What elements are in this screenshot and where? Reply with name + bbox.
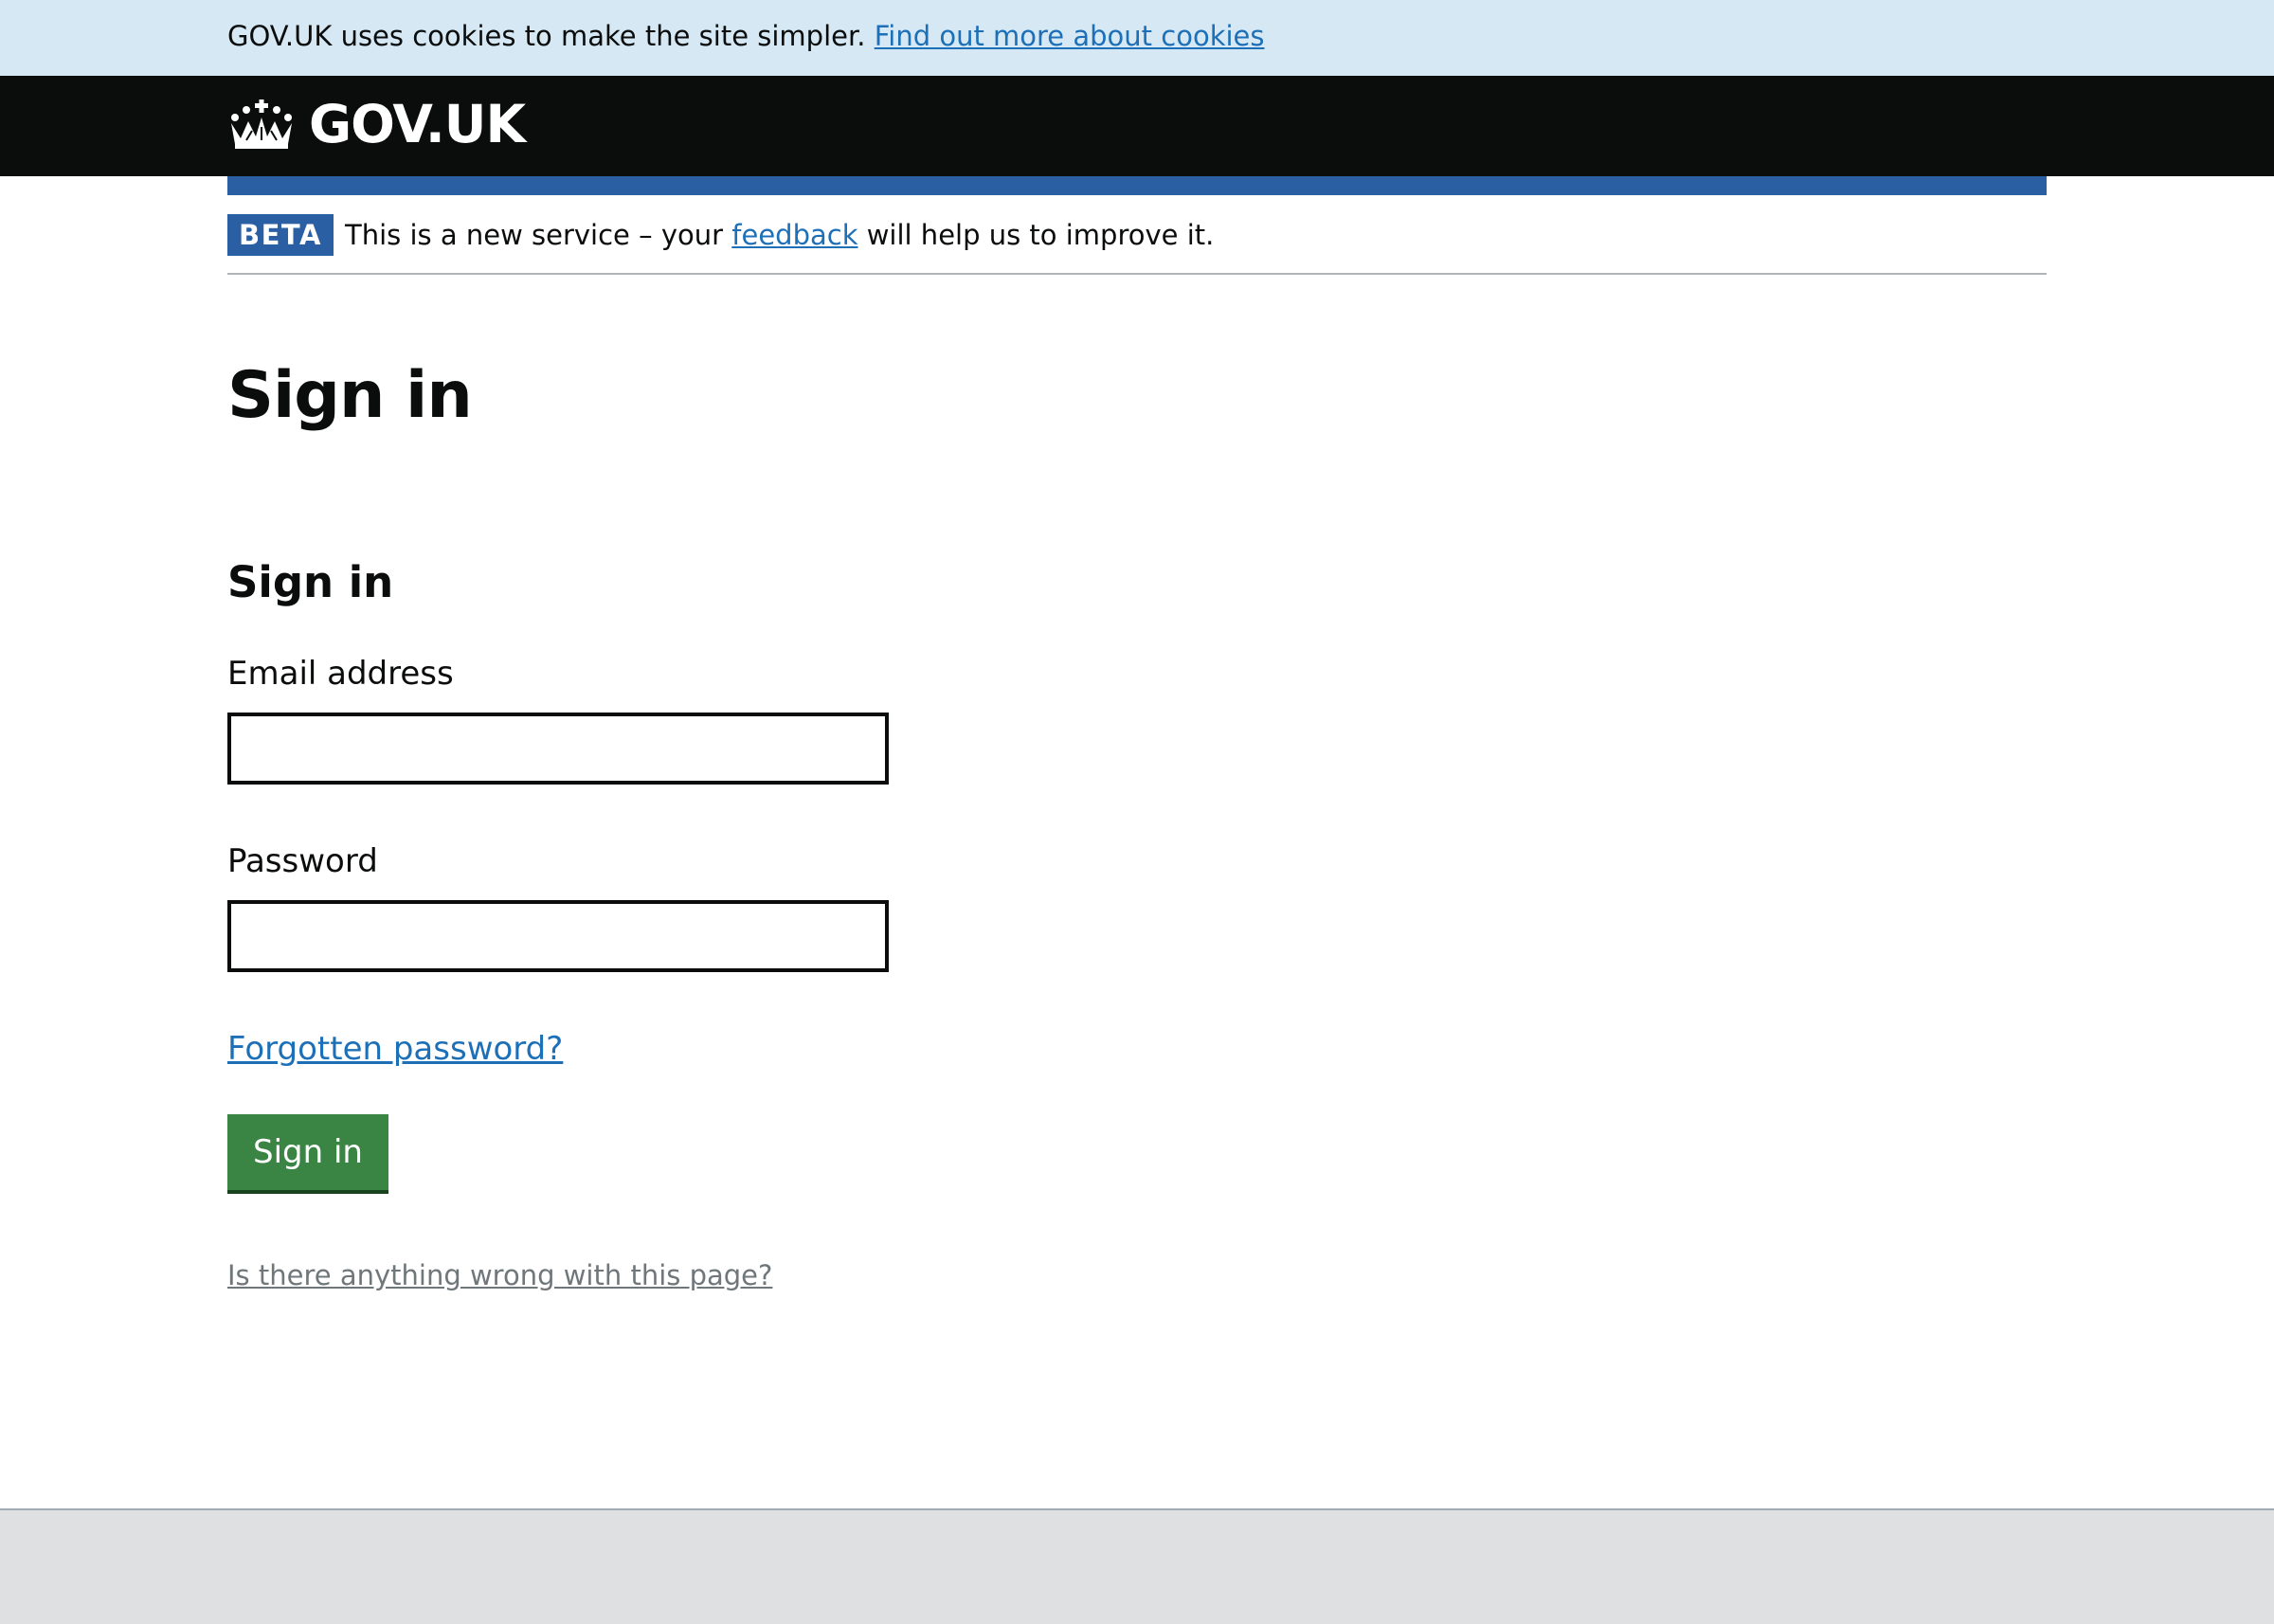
- phase-text-before: This is a new service – your: [345, 219, 724, 251]
- phase-banner: BETA This is a new service – your feedba…: [227, 195, 2047, 275]
- header-accent-bar: [227, 176, 2047, 195]
- email-label: Email address: [227, 655, 454, 693]
- forgotten-password-link[interactable]: Forgotten password?: [227, 1025, 563, 1073]
- phase-text-after: will help us to improve it.: [866, 219, 1215, 251]
- password-label: Password: [227, 842, 378, 880]
- phase-banner-message: This is a new service – your feedback wi…: [345, 214, 1214, 256]
- govuk-logo-link[interactable]: GOV.UK: [227, 94, 526, 154]
- cookie-info-link[interactable]: Find out more about cookies: [875, 20, 1265, 52]
- cookie-banner-text: GOV.UK uses cookies to make the site sim…: [227, 20, 866, 52]
- email-field[interactable]: [227, 713, 889, 785]
- site-footer: [0, 1508, 2274, 1624]
- cookie-banner-content: GOV.UK uses cookies to make the site sim…: [227, 0, 1265, 76]
- govuk-logo-text: GOV.UK: [309, 94, 526, 154]
- page-title: Sign in: [227, 358, 473, 433]
- form-heading: Sign in: [227, 557, 394, 607]
- password-field[interactable]: [227, 900, 889, 972]
- beta-tag: BETA: [227, 214, 334, 256]
- site-header: GOV.UK: [0, 76, 2274, 176]
- feedback-link[interactable]: feedback: [731, 219, 857, 251]
- report-problem-link[interactable]: Is there anything wrong with this page?: [227, 1256, 772, 1294]
- crown-icon: [231, 99, 292, 149]
- cookie-banner: GOV.UK uses cookies to make the site sim…: [0, 0, 2274, 76]
- sign-in-button[interactable]: Sign in: [227, 1114, 388, 1190]
